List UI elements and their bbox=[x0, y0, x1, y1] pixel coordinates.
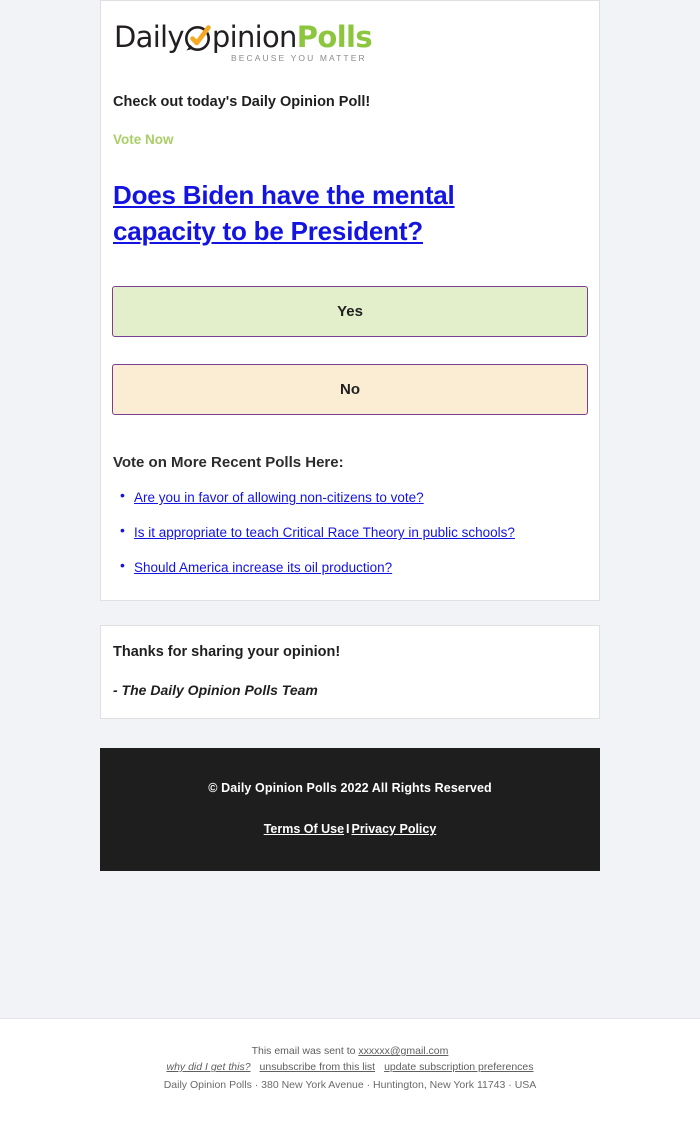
poll-card-body: Daily pinionPolls BECAUSE YOU MATTER Chec… bbox=[101, 1, 599, 600]
answer-no-button[interactable]: No bbox=[112, 364, 588, 416]
more-poll-link-3[interactable]: Should America increase its oil producti… bbox=[134, 560, 392, 575]
list-item: Should America increase its oil producti… bbox=[120, 557, 588, 578]
copyright-text: © Daily Opinion Polls 2022 All Rights Re… bbox=[208, 781, 492, 796]
unsubscribe-link[interactable]: unsubscribe from this list bbox=[260, 1061, 376, 1073]
poll-question-link[interactable]: Does Biden have the mental capacity to b… bbox=[113, 178, 523, 250]
answer-yes-button[interactable]: Yes bbox=[112, 286, 588, 338]
more-polls-heading: Vote on More Recent Polls Here: bbox=[113, 454, 344, 472]
why-did-i-get-this-link[interactable]: why did I get this? bbox=[166, 1061, 250, 1073]
thanks-message: Thanks for sharing your opinion! bbox=[113, 644, 341, 661]
terms-of-use-link[interactable]: Terms Of Use bbox=[264, 822, 344, 836]
sent-to-line: This email was sent to xxxxxx@gmail.com bbox=[0, 1043, 700, 1059]
logo-wordmark: Daily pinionPolls bbox=[114, 23, 588, 52]
vote-now-label: Vote Now bbox=[113, 131, 174, 147]
logo-text-pinion: pinion bbox=[211, 20, 298, 54]
logo-checkmark-o-icon bbox=[184, 23, 212, 52]
mailing-address: Daily Opinion Polls · 380 New York Avenu… bbox=[163, 1078, 537, 1091]
poll-card: Daily pinionPolls BECAUSE YOU MATTER Chec… bbox=[100, 0, 600, 602]
logo-tagline: BECAUSE YOU MATTER bbox=[231, 53, 367, 63]
list-item: Are you in favor of allowing non-citizen… bbox=[120, 487, 588, 508]
footer-links: Terms Of Use I Privacy Policy bbox=[112, 822, 588, 836]
answer-buttons: Yes No bbox=[112, 286, 588, 416]
update-preferences-link[interactable]: update subscription preferences bbox=[384, 1061, 533, 1073]
logo-text-daily: Daily bbox=[114, 20, 185, 54]
list-item: Is it appropriate to teach Critical Race… bbox=[120, 522, 588, 543]
privacy-policy-link[interactable]: Privacy Policy bbox=[352, 822, 437, 836]
logo-text-polls: Polls bbox=[296, 20, 373, 54]
unsubscribe-strip: This email was sent to xxxxxx@gmail.com … bbox=[0, 1018, 700, 1134]
email-body: Daily pinionPolls BECAUSE YOU MATTER Chec… bbox=[0, 0, 700, 872]
dark-footer: © Daily Opinion Polls 2022 All Rights Re… bbox=[100, 748, 600, 872]
more-poll-link-2[interactable]: Is it appropriate to teach Critical Race… bbox=[134, 525, 515, 540]
thanks-signature: - The Daily Opinion Polls Team bbox=[113, 681, 318, 698]
recipient-email-link[interactable]: xxxxxx@gmail.com bbox=[358, 1045, 448, 1057]
intro-text: Check out today's Daily Opinion Poll! bbox=[113, 94, 371, 110]
unsubscribe-actions: why did I get this? unsubscribe from this… bbox=[0, 1059, 700, 1075]
sent-to-prefix: This email was sent to bbox=[251, 1045, 356, 1057]
footer-link-separator: I bbox=[346, 822, 350, 837]
more-poll-link-1[interactable]: Are you in favor of allowing non-citizen… bbox=[134, 490, 424, 505]
brand-logo[interactable]: Daily pinionPolls BECAUSE YOU MATTER bbox=[112, 19, 588, 69]
thanks-card: Thanks for sharing your opinion! - The D… bbox=[100, 625, 600, 720]
more-polls-list: Are you in favor of allowing non-citizen… bbox=[112, 487, 588, 578]
